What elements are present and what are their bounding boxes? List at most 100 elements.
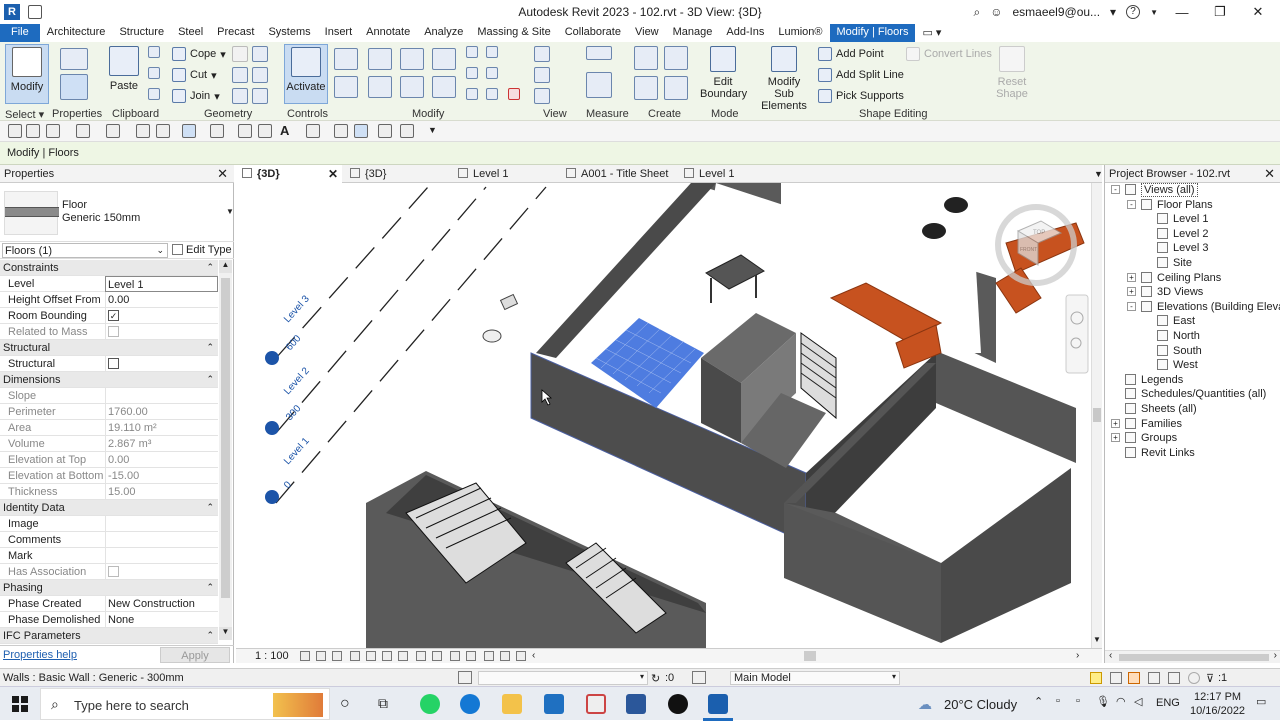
properties-scrollbar[interactable]: ▲ ▼ (219, 260, 232, 640)
analytical-model-icon[interactable] (484, 651, 494, 661)
customize-qat-icon[interactable]: ▼ (428, 125, 437, 135)
create-similar-icon[interactable] (664, 76, 688, 100)
print-icon[interactable] (136, 124, 150, 138)
tab-modify-floors[interactable]: Modify | Floors (829, 24, 916, 42)
collapse-icon[interactable]: ⌃ (206, 582, 214, 593)
chairs[interactable] (922, 197, 968, 239)
create-parts-icon[interactable] (664, 46, 688, 70)
cope-button[interactable]: Cope ▾ (172, 45, 226, 63)
reset-shape-button[interactable]: Reset Shape (990, 44, 1034, 104)
viewport-vertical-scrollbar[interactable]: ▼ (1091, 183, 1102, 648)
tray-chevron-icon[interactable]: ⌃ (1034, 695, 1043, 708)
edit-type-button[interactable]: Edit Type (172, 244, 232, 256)
mirror-pick-axis-icon[interactable] (400, 48, 424, 70)
property-value[interactable]: 0.00 (105, 292, 218, 308)
dimension-icon[interactable] (210, 124, 224, 138)
collapse-icon[interactable]: ⌃ (206, 502, 214, 513)
background-process-icon[interactable] (1188, 672, 1200, 684)
windows-start-icon[interactable] (12, 696, 28, 712)
collapse-icon[interactable]: - (1127, 301, 1136, 311)
task-view-icon[interactable]: ⧉ (378, 695, 388, 712)
taskbar-search-box[interactable]: ⌕ Type here to search (40, 688, 330, 720)
property-value[interactable] (105, 548, 218, 564)
property-value[interactable] (105, 532, 218, 548)
browser-node[interactable]: Site (1105, 256, 1280, 271)
obs-icon[interactable] (668, 694, 688, 714)
add-split-line-button[interactable]: Add Split Line (818, 66, 904, 84)
ribbon-options-icon[interactable]: ▭ ▾ (915, 24, 948, 42)
revit-taskbar-icon[interactable] (708, 694, 728, 714)
drag-elements-icon[interactable] (1168, 672, 1180, 684)
browser-node[interactable]: East (1105, 314, 1280, 329)
properties-help-link[interactable]: Properties help (3, 649, 77, 661)
shadows-icon[interactable] (350, 651, 360, 661)
highlight-displacement-icon[interactable] (500, 651, 510, 661)
worksets-icon[interactable] (458, 671, 472, 684)
create-group-icon[interactable] (634, 76, 658, 100)
modify-sub-elements-button[interactable]: Modify Sub Elements (752, 44, 816, 112)
join-button[interactable]: Join ▾ (172, 87, 220, 105)
create-assembly-icon[interactable] (634, 46, 658, 70)
view-tab-level-1[interactable]: Level 1 (452, 165, 508, 183)
word-icon[interactable] (626, 694, 646, 714)
whatsapp-icon[interactable] (420, 694, 440, 714)
view-tab-level-1-b[interactable]: Level 1 (678, 165, 734, 183)
filter-icon[interactable]: ⊽ (1206, 672, 1214, 685)
property-value[interactable]: Level 1 (105, 276, 218, 292)
temp-hide-icon[interactable] (432, 651, 442, 661)
close-hidden-icon[interactable] (378, 124, 392, 138)
reveal-constraints-icon[interactable] (516, 651, 526, 661)
microphone-icon[interactable]: 🎙 (1096, 695, 1110, 708)
design-options-icon[interactable] (692, 671, 706, 684)
view-tab-3d-active[interactable]: {3D} ✕ (236, 165, 342, 183)
browser-node[interactable]: - Views (all) (1105, 183, 1280, 198)
tab-precast[interactable]: Precast (210, 24, 261, 42)
mail-icon[interactable] (544, 694, 564, 714)
pin-icon[interactable] (466, 88, 478, 100)
view-tab-3d[interactable]: {3D} (344, 165, 386, 183)
close-properties-icon[interactable]: ✕ (217, 166, 228, 182)
close-tab-icon[interactable]: ✕ (328, 167, 338, 181)
wifi-icon[interactable]: ◠ (1116, 695, 1126, 708)
split-element-icon[interactable] (466, 46, 478, 58)
view-tab-title-sheet[interactable]: A001 - Title Sheet (560, 165, 668, 183)
browser-node[interactable]: Level 2 (1105, 227, 1280, 242)
binoculars-icon[interactable]: ⌕ (973, 5, 980, 20)
scroll-down-icon[interactable]: ▼ (219, 627, 232, 640)
wall-joins-icon[interactable] (232, 46, 248, 62)
switch-windows-icon[interactable] (400, 124, 414, 138)
workset-select[interactable]: ▾ (478, 671, 648, 685)
reveal-hidden-icon[interactable] (450, 651, 460, 661)
scroll-thumb[interactable] (1119, 654, 1269, 661)
browser-node[interactable]: West (1105, 358, 1280, 373)
collapse-icon[interactable]: - (1127, 199, 1136, 209)
tab-architecture[interactable]: Architecture (40, 24, 113, 42)
file-explorer-icon[interactable] (502, 694, 522, 714)
property-group-header[interactable]: Identity Data ⌃ (0, 500, 218, 516)
notifications-icon[interactable]: ▭ (1256, 695, 1266, 708)
sync-icon[interactable] (46, 124, 60, 138)
expand-icon[interactable]: + (1127, 272, 1136, 282)
hide-in-view-icon[interactable] (534, 46, 550, 62)
help-icon[interactable]: ? (1126, 5, 1141, 19)
3d-viewport[interactable]: Level 3 600 Level 2 300 Level 1 0 TOP FR… (236, 183, 1091, 648)
type-selector[interactable]: Floor Generic 150mm (62, 199, 140, 225)
scroll-left-icon[interactable]: ‹ (532, 650, 535, 661)
scroll-right-icon[interactable]: › (1076, 650, 1079, 661)
property-value[interactable] (105, 516, 218, 532)
language-indicator[interactable]: ENG (1156, 697, 1180, 709)
browser-node[interactable]: + Ceiling Plans (1105, 271, 1280, 286)
align-dimension-icon[interactable] (238, 124, 252, 138)
tab-file[interactable]: File (0, 24, 40, 42)
autodesk-app-icon[interactable] (586, 694, 606, 714)
instance-filter-select[interactable]: Floors (1) ⌄ (2, 243, 168, 258)
pdf-export-icon[interactable] (156, 124, 170, 138)
modify-button[interactable]: Modify (5, 44, 49, 104)
cut-button[interactable]: Cut ▾ (172, 66, 217, 84)
level-head-2[interactable]: Level 2 300 (265, 365, 312, 435)
tab-collaborate[interactable]: Collaborate (558, 24, 628, 42)
collapse-icon[interactable]: - (1111, 185, 1120, 194)
close-browser-icon[interactable]: ✕ (1264, 166, 1275, 182)
tab-add-ins[interactable]: Add-Ins (719, 24, 771, 42)
copy-element-icon[interactable] (368, 76, 392, 98)
